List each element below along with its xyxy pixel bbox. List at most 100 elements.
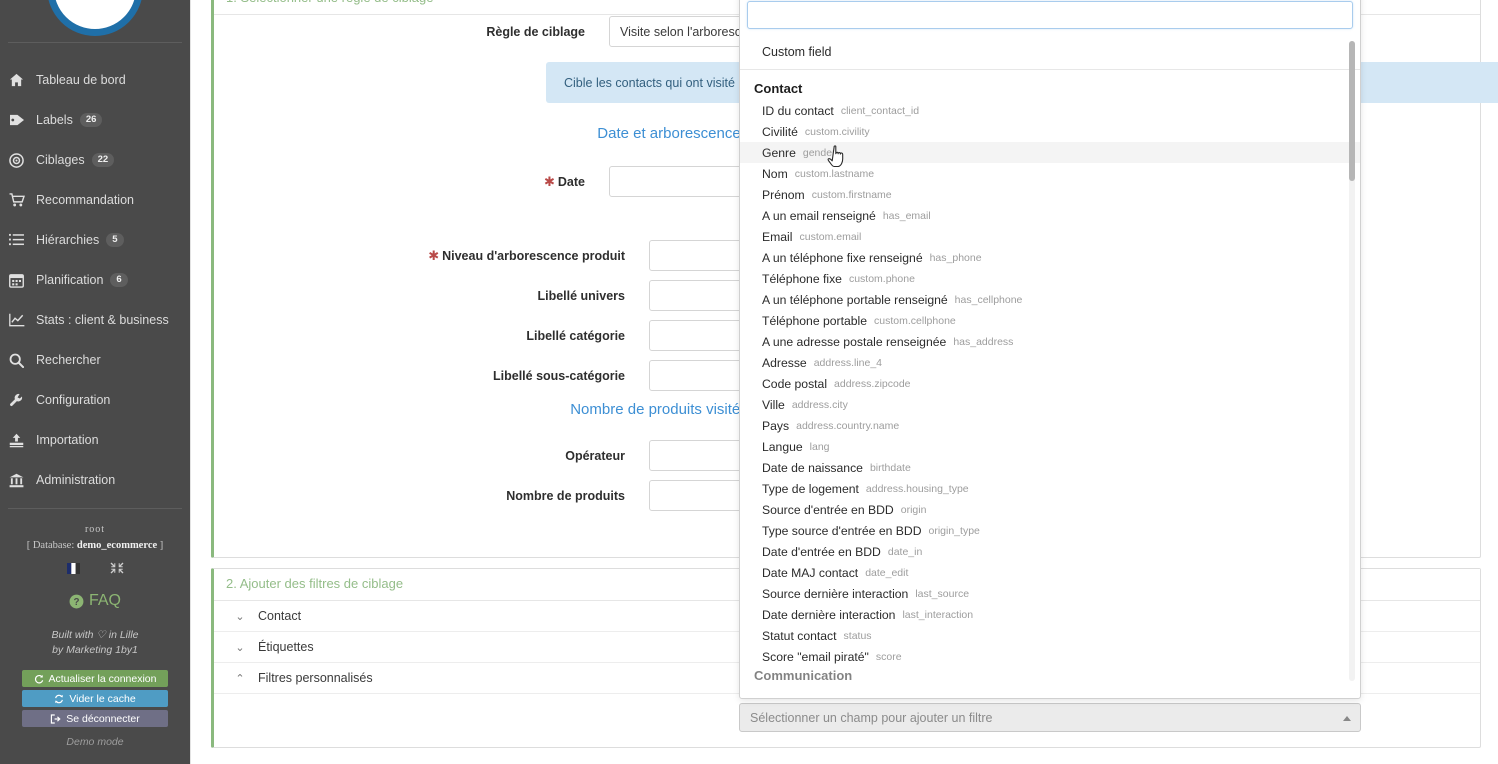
sidebar-item-hi-rarchies[interactable]: Hiérarchies 5 xyxy=(0,220,190,260)
dropdown-option-key: custom.phone xyxy=(848,272,915,285)
clear-cache-button[interactable]: Vider le cache xyxy=(22,690,168,707)
dropdown-option-key: address.city xyxy=(791,398,848,411)
sidebar-item-administration[interactable]: Administration xyxy=(0,460,190,500)
sidebar-item-label: Stats : client & business xyxy=(36,313,169,327)
dropdown-option[interactable]: Date de naissance birthdate xyxy=(740,457,1360,478)
database-prefix: [ Database: xyxy=(26,540,77,551)
sidebar-item-planification[interactable]: Planification 6 xyxy=(0,260,190,300)
target-icon xyxy=(9,152,30,168)
sidebar-nav: Tableau de bord Labels 26 Ciblages 22 Recomma… xyxy=(0,60,190,500)
product-count-label: Nombre de produits xyxy=(506,488,625,503)
dropdown-option[interactable]: Date d'entrée en BDD date_in xyxy=(740,541,1360,562)
sidebar-divider-top xyxy=(8,42,182,43)
sidebar-item-recommandation[interactable]: Recommandation xyxy=(0,180,190,220)
upload-icon xyxy=(9,432,30,448)
sidebar-item-label: Tableau de bord xyxy=(36,73,126,87)
main-content: 1. Sélectionner une règle de ciblage Règ… xyxy=(190,0,1498,764)
sidebar-item-tableau-de-bord[interactable]: Tableau de bord xyxy=(0,60,190,100)
required-star-icon: ✱ xyxy=(544,173,555,189)
dropdown-option[interactable]: Téléphone portable custom.cellphone xyxy=(740,310,1360,331)
dropdown-option-custom-field[interactable]: Custom field xyxy=(740,37,1360,67)
dropdown-option-key: custom.firstname xyxy=(811,188,892,201)
sync-icon xyxy=(55,694,64,703)
tree-level-label: ✱ Niveau d'arborescence produit xyxy=(285,248,625,264)
dropdown-option[interactable]: Date dernière interaction last_interactio… xyxy=(740,604,1360,625)
dropdown-option[interactable]: A un téléphone portable renseigné has_cel… xyxy=(740,289,1360,310)
sidebar-item-labels[interactable]: Labels 26 xyxy=(0,100,190,140)
date-label-text: Date xyxy=(557,174,585,189)
dropdown-scrollbar[interactable] xyxy=(1349,41,1355,681)
app-root: Tableau de bord Labels 26 Ciblages 22 Recomma… xyxy=(0,0,1498,764)
sidebar-item-label: Recommandation xyxy=(36,193,134,207)
dropdown-option-label: Custom field xyxy=(762,45,832,59)
dropdown-option-key: status xyxy=(843,629,872,642)
app-logo[interactable] xyxy=(0,0,190,38)
dropdown-option[interactable]: Source d'entrée en BDD origin xyxy=(740,499,1360,520)
dropdown-option-key: custom.cellphone xyxy=(874,314,956,327)
category-label: Libellé catégorie xyxy=(526,328,625,343)
sidebar-item-stats-client-business[interactable]: Stats : client & business xyxy=(0,300,190,340)
sidebar-item-label: Hiérarchies xyxy=(36,233,100,247)
faq-link[interactable]: ? FAQ xyxy=(0,592,190,610)
sidebar-divider-bottom xyxy=(8,508,182,509)
filter-field-select[interactable]: Sélectionner un champ pour ajouter un fi… xyxy=(739,703,1361,732)
database-suffix: ] xyxy=(157,540,164,551)
dropdown-scrollbar-thumb[interactable] xyxy=(1349,41,1355,181)
dropdown-option-label: Source d'entrée en BDD xyxy=(762,502,894,517)
expand-icon[interactable] xyxy=(110,562,124,574)
sidebar-item-configuration[interactable]: Configuration xyxy=(0,380,190,420)
sidebar-item-label: Rechercher xyxy=(36,353,101,367)
dropdown-option[interactable]: Adresse address.line_4 xyxy=(740,352,1360,373)
sidebar-item-importation[interactable]: Importation xyxy=(0,420,190,460)
dropdown-option-key: address.line_4 xyxy=(813,356,883,369)
sidebar-mini-icons xyxy=(0,562,190,574)
dropdown-option-label: Nom xyxy=(762,166,788,181)
logout-button[interactable]: Se déconnecter xyxy=(22,710,168,727)
dropdown-option[interactable]: ID du contact client_contact_id xyxy=(740,100,1360,121)
dropdown-option[interactable]: Email custom.email xyxy=(740,226,1360,247)
sidebar-item-ciblages[interactable]: Ciblages 22 xyxy=(0,140,190,180)
dropdown-option[interactable]: Prénom custom.firstname xyxy=(740,184,1360,205)
dropdown-option[interactable]: A une adresse postale renseignée has_addr… xyxy=(740,331,1360,352)
dropdown-option[interactable]: Statut contact status xyxy=(740,625,1360,646)
logout-label: Se déconnecter xyxy=(66,712,140,725)
dropdown-option[interactable]: Genre gender xyxy=(740,142,1360,163)
dropdown-option-key: date_edit xyxy=(865,566,909,579)
dropdown-option[interactable]: Date MAJ contact date_edit xyxy=(740,562,1360,583)
dropdown-option-key: origin xyxy=(900,503,927,516)
dropdown-option[interactable]: A un téléphone fixe renseigné has_phone xyxy=(740,247,1360,268)
dropdown-option[interactable]: Pays address.country.name xyxy=(740,415,1360,436)
dropdown-option[interactable]: Téléphone fixe custom.phone xyxy=(740,268,1360,289)
wrench-icon xyxy=(9,392,30,408)
dropdown-option-list[interactable]: Custom field Contact ID du contact client_c… xyxy=(740,37,1360,698)
sidebar-item-badge: 26 xyxy=(79,112,103,128)
dropdown-option-label: A une adresse postale renseignée xyxy=(762,334,947,349)
dropdown-option[interactable]: Source dernière interaction last_source xyxy=(740,583,1360,604)
dropdown-option-label: A un téléphone fixe renseigné xyxy=(762,250,923,265)
logout-icon xyxy=(51,713,61,724)
cart-icon xyxy=(9,192,30,208)
dropdown-option-key: address.housing_type xyxy=(865,482,969,495)
dropdown-option[interactable]: Civilité custom.civility xyxy=(740,121,1360,142)
dropdown-option-key: gender xyxy=(802,146,836,159)
sidebar-database: [ Database: demo_ecommerce ] xyxy=(0,540,190,551)
dropdown-option-label: Langue xyxy=(762,439,803,454)
chevron-up-icon xyxy=(1343,715,1351,721)
dropdown-option[interactable]: Ville address.city xyxy=(740,394,1360,415)
refresh-connection-button[interactable]: Actualiser la connexion xyxy=(22,670,168,687)
dropdown-option[interactable]: Score "email piraté" score xyxy=(740,646,1360,667)
dropdown-option[interactable]: Type de logement address.housing_type xyxy=(740,478,1360,499)
dropdown-option[interactable]: Nom custom.lastname xyxy=(740,163,1360,184)
dropdown-option[interactable]: Langue lang xyxy=(740,436,1360,457)
french-flag-icon[interactable] xyxy=(66,562,80,574)
dropdown-option[interactable]: Code postal address.zipcode xyxy=(740,373,1360,394)
question-circle-icon: ? xyxy=(69,594,84,608)
dropdown-option[interactable]: A un email renseigné has_email xyxy=(740,205,1360,226)
built-line-2: by Marketing 1by1 xyxy=(52,644,138,656)
sidebar-item-rechercher[interactable]: Rechercher xyxy=(0,340,190,380)
dropdown-option[interactable]: Type source d'entrée en BDD origin_type xyxy=(740,520,1360,541)
dropdown-search-input[interactable] xyxy=(747,1,1353,29)
dropdown-option-key: date_in xyxy=(887,545,923,558)
sidebar-item-label: Configuration xyxy=(36,393,111,407)
dropdown-option-label: Email xyxy=(762,229,793,244)
